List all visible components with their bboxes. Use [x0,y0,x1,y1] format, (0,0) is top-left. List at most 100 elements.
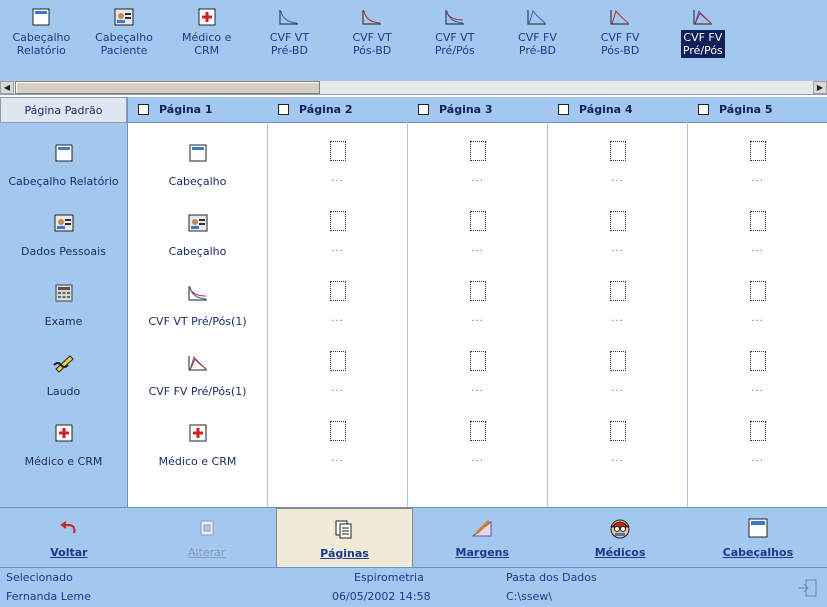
report-header-icon [748,516,768,540]
empty-slot-box[interactable] [469,421,486,441]
page-layout-grid: Página Padrão Cabeçalho Relatório Dados … [0,97,827,507]
empty-slot[interactable]: ... [548,193,687,263]
headers-button[interactable]: Cabeçalhos [689,508,827,568]
empty-slot-marker: ... [611,383,624,394]
palette-item-label: CVF FV Pré/Pós [680,30,725,58]
scroll-right-arrow-icon[interactable]: ▶ [813,81,827,94]
empty-slot[interactable]: ... [268,123,407,193]
doctors-button[interactable]: Médicos [551,508,689,568]
empty-slot[interactable]: ... [548,263,687,333]
page-checkbox[interactable] [698,104,709,115]
empty-slot-box[interactable] [749,211,766,231]
empty-slot-box[interactable] [469,281,486,301]
default-item-report[interactable]: Laudo [0,333,127,403]
margins-button[interactable]: Margens [413,508,551,568]
empty-slot[interactable]: ... [408,193,547,263]
page-header[interactable]: Página 1 [128,97,267,123]
empty-slot[interactable]: ... [688,403,827,473]
exit-door-icon[interactable] [796,578,818,601]
empty-slot[interactable]: ... [688,263,827,333]
empty-slot-box[interactable] [609,281,626,301]
empty-slot[interactable]: ... [268,193,407,263]
empty-slot-box[interactable] [609,351,626,371]
empty-slot-box[interactable] [749,351,766,371]
page-title: Página 5 [719,103,773,116]
ruler-pencil-icon [471,516,493,540]
report-header-icon [32,4,50,30]
page-header[interactable]: Página 5 [688,97,827,123]
horizontal-scrollbar[interactable]: ◀ ▶ [0,80,827,95]
empty-slot[interactable]: ... [688,193,827,263]
empty-slot[interactable]: ... [548,123,687,193]
empty-slot-box[interactable] [329,351,346,371]
palette-item-cvf-vt-pre[interactable]: CVF VT Pré-BD [248,0,331,80]
empty-slot[interactable]: ... [268,403,407,473]
empty-slot-marker: ... [331,383,344,394]
page-cell[interactable]: Cabeçalho [128,193,267,263]
empty-slot[interactable]: ... [268,263,407,333]
pages-button[interactable]: Páginas [275,508,414,568]
empty-slot-box[interactable] [749,281,766,301]
page-header[interactable]: Página 3 [408,97,547,123]
empty-slot[interactable]: ... [408,403,547,473]
empty-slot-box[interactable] [469,141,486,161]
empty-slot-box[interactable] [469,351,486,371]
page-checkbox[interactable] [558,104,569,115]
empty-slot[interactable]: ... [548,403,687,473]
palette-item-cvf-fv-prepost[interactable]: CVF FV Pré/Pós [662,0,745,80]
patient-header-icon [54,211,74,235]
empty-slot-box[interactable] [609,141,626,161]
empty-slot[interactable]: ... [548,333,687,403]
empty-slot[interactable]: ... [688,123,827,193]
palette-item-cvf-fv-post[interactable]: CVF FV Pós-BD [579,0,662,80]
page-header[interactable]: Página 2 [268,97,407,123]
empty-slot[interactable]: ... [408,333,547,403]
default-item-label: Cabeçalho Relatório [8,175,119,188]
default-item-exam[interactable]: Exame [0,263,127,333]
palette-item-patient-header[interactable]: Cabeçalho Paciente [83,0,166,80]
empty-slot-box[interactable] [609,421,626,441]
empty-slot-box[interactable] [749,141,766,161]
empty-slot-box[interactable] [329,421,346,441]
palette-item-label: CVF VT Pré-BD [269,31,310,57]
page-cell[interactable]: CVF FV Pré/Pós(1) [128,333,267,403]
page-checkbox[interactable] [278,104,289,115]
page-cell[interactable]: Médico e CRM [128,403,267,473]
default-item-report-header[interactable]: Cabeçalho Relatório [0,123,127,193]
page-column-3: Página 3 ... ... ... ... ... [408,97,548,507]
back-button-label: Voltar [50,546,88,559]
palette-item-report-header[interactable]: Cabeçalho Relatório [0,0,83,80]
empty-slot-box[interactable] [329,281,346,301]
empty-slot[interactable]: ... [688,333,827,403]
medical-cross-icon [189,421,207,445]
page-cell[interactable]: Cabeçalho [128,123,267,193]
palette-item-cvf-vt-post[interactable]: CVF VT Pós-BD [331,0,414,80]
empty-slot-box[interactable] [749,421,766,441]
page-checkbox[interactable] [418,104,429,115]
scroll-thumb[interactable] [15,81,320,94]
scroll-left-arrow-icon[interactable]: ◀ [0,81,14,94]
empty-slot-box[interactable] [469,211,486,231]
empty-slot-box[interactable] [329,141,346,161]
curve-fv-icon [526,4,548,30]
back-button[interactable]: Voltar [0,508,138,568]
palette-item-label: Cabeçalho Paciente [95,31,153,57]
component-palette: Cabeçalho Relatório Cabeçalho Paciente M… [0,0,827,80]
empty-slot[interactable]: ... [408,263,547,333]
default-item-doctor-crm[interactable]: Médico e CRM [0,403,127,473]
palette-item-cvf-vt-prepost[interactable]: CVF VT Pré/Pós [413,0,496,80]
change-button[interactable]: Alterar [138,508,276,568]
page-cell[interactable]: CVF VT Pré/Pós(1) [128,263,267,333]
page-checkbox[interactable] [138,104,149,115]
palette-item-cvf-fv-pre[interactable]: CVF FV Pré-BD [496,0,579,80]
default-item-personal-data[interactable]: Dados Pessoais [0,193,127,263]
palette-item-doctor-crm[interactable]: Médico e CRM [165,0,248,80]
page-cell-label: Médico e CRM [158,455,237,468]
empty-slot[interactable]: ... [408,123,547,193]
empty-slot-box[interactable] [329,211,346,231]
default-page-header[interactable]: Página Padrão [0,97,127,123]
page-cell-label: Cabeçalho [168,245,227,258]
empty-slot[interactable]: ... [268,333,407,403]
empty-slot-box[interactable] [609,211,626,231]
page-header[interactable]: Página 4 [548,97,687,123]
